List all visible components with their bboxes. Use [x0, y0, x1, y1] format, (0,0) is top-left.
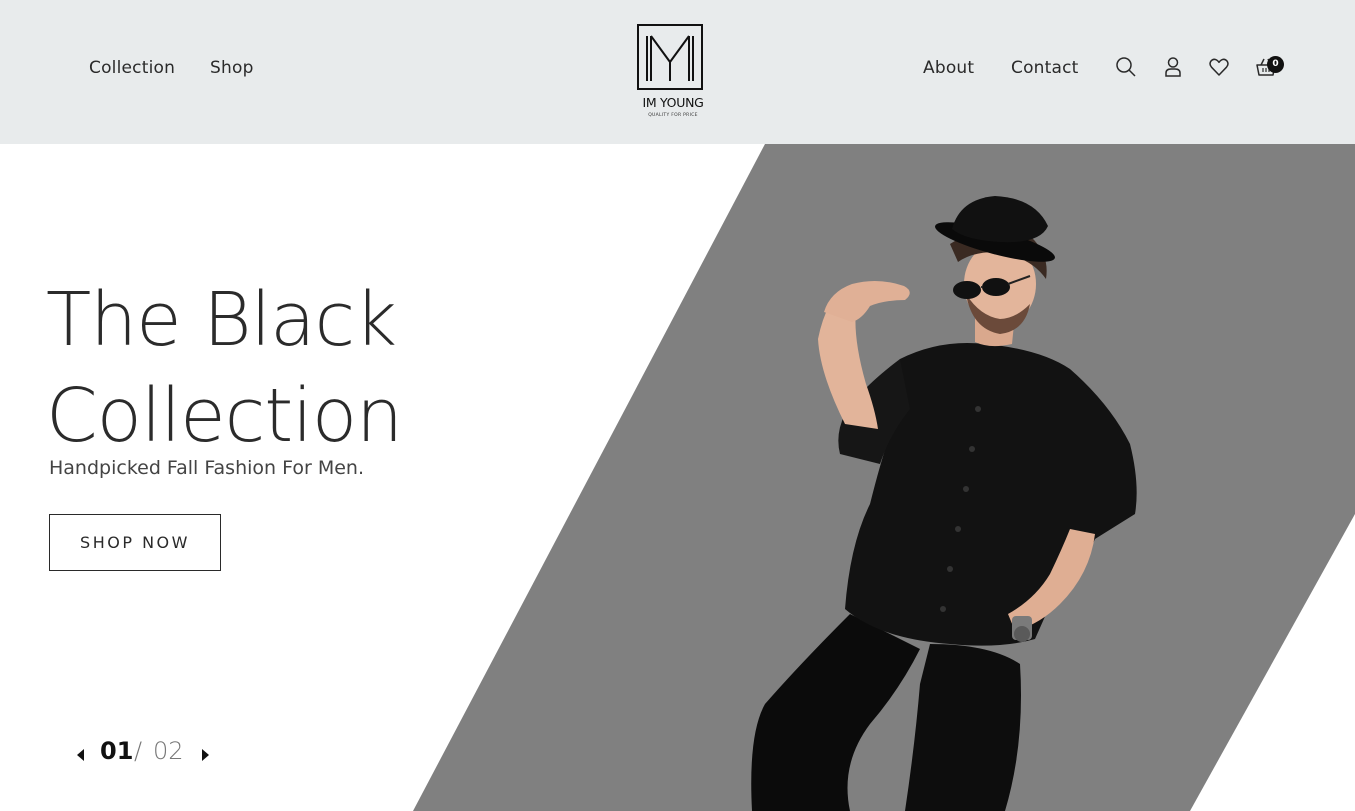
next-slide-arrow-icon[interactable]: [200, 746, 210, 761]
logo-tagline: QUALITY FOR PRICE: [648, 113, 698, 118]
hero-slider: The Black Collection Handpicked Fall Fas…: [0, 144, 1355, 811]
nav-link-collection[interactable]: Collection: [89, 58, 175, 78]
brand-logo[interactable]: IM YOUNG QUALITY FOR PRICE: [632, 22, 714, 124]
nav-link-contact[interactable]: Contact: [1011, 58, 1079, 78]
logo-monogram-icon: [646, 35, 694, 81]
logo-frame: [637, 24, 703, 90]
user-icon[interactable]: [1162, 56, 1184, 78]
site-header: Collection Shop IM YOUNG QUALITY FOR PRI…: [0, 0, 1355, 144]
hero-title-line-1: The Black: [46, 277, 397, 363]
pager-current: 01: [100, 737, 134, 765]
pager-total: 02: [153, 737, 184, 765]
prev-slide-arrow-icon[interactable]: [76, 746, 86, 761]
hero-title: The Black Collection: [46, 272, 566, 464]
heart-icon[interactable]: [1208, 56, 1230, 78]
hero-title-line-2: Collection: [46, 373, 403, 459]
pager-separator: /: [134, 737, 143, 765]
nav-link-shop[interactable]: Shop: [210, 58, 254, 78]
hero-subtitle: Handpicked Fall Fashion For Men.: [49, 457, 365, 479]
search-icon[interactable]: [1115, 56, 1137, 78]
cart-count-badge: 0: [1267, 56, 1284, 73]
page: Collection Shop IM YOUNG QUALITY FOR PRI…: [0, 0, 1355, 811]
shop-now-button[interactable]: SHOP NOW: [49, 514, 221, 571]
nav-link-about[interactable]: About: [923, 58, 974, 78]
logo-name: IM YOUNG: [642, 95, 704, 110]
